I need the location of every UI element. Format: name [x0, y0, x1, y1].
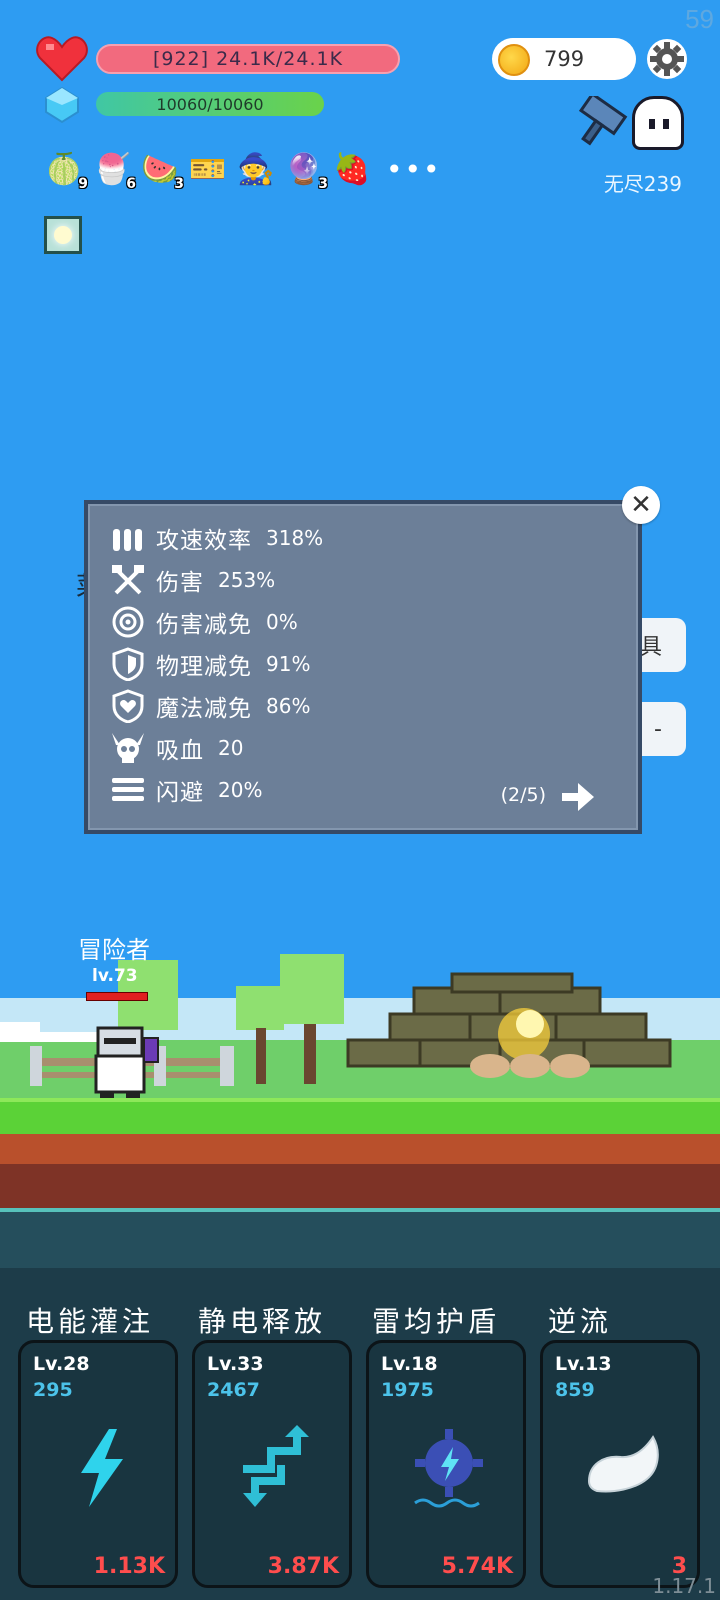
skill-title-1: 电能灌注 — [26, 1305, 155, 1338]
stats-panel: 攻速效率 318% 伤害 253% 伤害减免 0% 物理减免 91% 魔法减免 … — [84, 500, 642, 834]
melon-icon[interactable]: 🍈 9 — [44, 148, 88, 193]
ticket-icon[interactable]: 🎫 — [188, 148, 228, 190]
version-label: 1.17.1 — [652, 1574, 716, 1598]
hero-name-label: 冒险者 — [78, 936, 150, 964]
ice-cream-icon[interactable]: 🍧 6 — [92, 148, 136, 193]
stat-row-physical-reduction: 物理减免 91% — [110, 644, 310, 684]
skill-title-2: 静电释放 — [198, 1305, 327, 1338]
stat-row-attack-speed: 攻速效率 318% — [110, 518, 323, 558]
horned-skull-icon — [112, 733, 144, 763]
shield-icon — [112, 647, 144, 681]
lightning-bolt-icon — [81, 1429, 123, 1507]
skill-title-4: 逆流 — [548, 1305, 613, 1338]
spiked-orb-icon — [414, 1429, 483, 1508]
hp-bar: [922] 24.1K/24.1K — [96, 44, 400, 74]
watermelon-icon[interactable]: 🍉 3 — [140, 148, 184, 193]
endless-stage-label: 无尽239 — [603, 172, 682, 196]
crystal-ball-icon[interactable]: 🔮 3 — [284, 148, 328, 193]
white-wing-icon — [587, 1435, 659, 1493]
wizard-hat-icon[interactable]: 🧙 — [236, 148, 276, 190]
heart-icon — [36, 36, 88, 82]
stat-row-damage-reduction: 伤害减免 0% — [110, 602, 298, 642]
knight-hero-sprite[interactable] — [86, 1024, 162, 1100]
settings-gear-icon[interactable] — [646, 38, 688, 80]
hero-level-label: lv.73 — [92, 966, 138, 986]
skill-card-static-release[interactable]: Lv.33 2467 3.87K — [192, 1340, 352, 1588]
mana-bar: 10060/10060 — [96, 92, 324, 116]
consumable-item-row: 🍈 9 🍧 6 🍉 3 🎫 🧙 🔮 3 🍓 ••• — [44, 148, 442, 193]
bullets-icon — [113, 529, 142, 551]
close-panel-button[interactable]: ✕ — [622, 486, 660, 524]
stat-row-damage: 伤害 253% — [110, 560, 275, 600]
ground-dirt-dark — [0, 1164, 720, 1208]
hammer-icon[interactable] — [572, 96, 630, 148]
stat-row-magic-reduction: 魔法减免 86% — [110, 686, 310, 726]
next-page-arrow-icon[interactable] — [560, 780, 596, 814]
strawberry-icon[interactable]: 🍓 — [332, 148, 372, 190]
fps-counter: 59 — [685, 4, 714, 34]
ground-dirt — [0, 1134, 720, 1164]
mana-gem-icon — [45, 86, 79, 124]
stats-page-indicator: (2/5) — [500, 784, 546, 806]
gold-coin-icon — [498, 44, 530, 76]
stat-row-lifesteal: 吸血 20 — [110, 728, 243, 768]
more-items-button[interactable]: ••• — [386, 153, 442, 186]
crossed-axes-icon — [112, 565, 144, 595]
stat-row-dodge: 闪避 20% — [110, 770, 262, 810]
skill-card-energy-infusion[interactable]: Lv.28 295 1.13K — [18, 1340, 178, 1588]
heart-shield-icon — [112, 689, 144, 723]
target-icon — [112, 606, 144, 638]
swap-arrows-icon — [243, 1425, 309, 1507]
dodge-lines-icon — [112, 778, 144, 801]
skill-title-3: 雷均护盾 — [372, 1305, 501, 1338]
ghost-pet-icon[interactable] — [632, 96, 684, 150]
ground-water — [0, 1208, 720, 1268]
lightbulb-buff-icon[interactable] — [44, 216, 82, 254]
hero-health-bar — [86, 992, 148, 1001]
skill-card-thunder-shield[interactable]: Lv.18 1975 5.74K — [366, 1340, 526, 1588]
skill-card-backflow[interactable]: Lv.13 859 3 — [540, 1340, 700, 1588]
ground-grass — [0, 1098, 720, 1134]
